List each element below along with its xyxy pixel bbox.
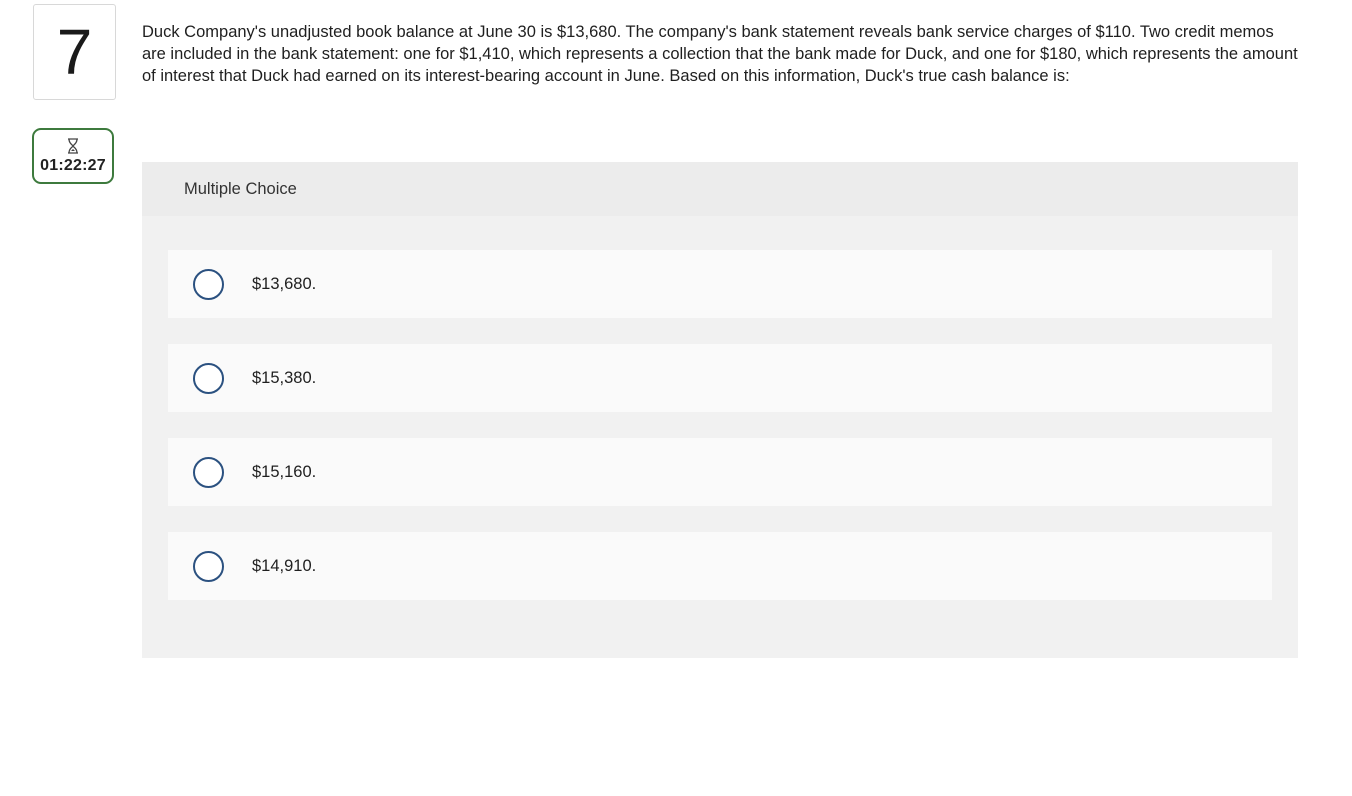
radio-button[interactable] [193, 550, 224, 582]
question-page: 7 01:22:27 Duck Company's unadjusted boo… [0, 0, 1352, 796]
choice-label: $15,380. [252, 368, 317, 387]
choice-option-c[interactable]: $15,160. [168, 438, 1272, 506]
radio-button[interactable] [193, 456, 224, 488]
choice-option-a[interactable]: $13,680. [168, 250, 1272, 318]
question-number: 7 [33, 4, 116, 100]
radio-button[interactable] [193, 268, 224, 300]
multiple-choice-panel: Multiple Choice $13,680. $15,380. $15,16… [142, 162, 1298, 658]
hourglass-icon [68, 137, 78, 154]
timer-button[interactable]: 01:22:27 [32, 128, 114, 184]
choice-label: $15,160. [252, 462, 317, 481]
choice-label: $14,910. [252, 556, 317, 575]
choice-label: $13,680. [252, 274, 317, 293]
choice-option-d[interactable]: $14,910. [168, 532, 1272, 600]
multiple-choice-header: Multiple Choice [142, 162, 1298, 216]
timer-text: 01:22:27 [40, 156, 106, 174]
question-text: Duck Company's unadjusted book balance a… [142, 23, 1298, 85]
choice-option-b[interactable]: $15,380. [168, 344, 1272, 412]
radio-button[interactable] [193, 362, 224, 394]
